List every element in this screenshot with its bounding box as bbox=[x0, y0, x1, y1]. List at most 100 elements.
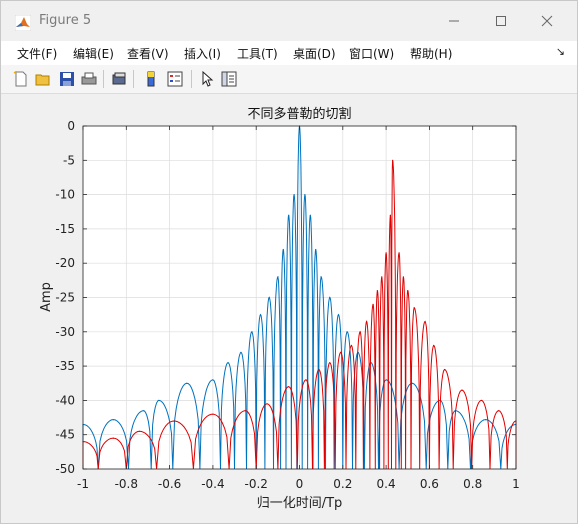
maximize-icon bbox=[496, 16, 506, 26]
print-icon bbox=[81, 72, 97, 85]
close-button[interactable] bbox=[524, 1, 570, 41]
peak-point bbox=[212, 413, 214, 415]
peak-point bbox=[340, 351, 342, 353]
peak-point bbox=[346, 331, 348, 333]
peak-point bbox=[186, 382, 188, 384]
new-figure-icon bbox=[13, 71, 27, 87]
colorbar-icon bbox=[147, 71, 155, 87]
legend-icon bbox=[167, 71, 183, 87]
pointer-icon bbox=[202, 71, 214, 87]
open-file-icon bbox=[35, 74, 50, 86]
toolbar-separator bbox=[191, 70, 192, 88]
peak-point bbox=[251, 331, 253, 333]
menu-desktop[interactable]: 桌面(D) bbox=[293, 45, 336, 62]
colorbar-button[interactable] bbox=[141, 69, 161, 89]
y-tick-label: -35 bbox=[55, 359, 75, 373]
peak-point bbox=[424, 320, 426, 323]
save-button[interactable] bbox=[57, 69, 77, 89]
legend-button[interactable] bbox=[165, 69, 185, 89]
peak-point bbox=[398, 252, 400, 254]
menu-tools[interactable]: 工具(T) bbox=[237, 45, 278, 62]
peak-point bbox=[329, 296, 331, 299]
link-plot-icon bbox=[112, 72, 126, 85]
peak-point bbox=[244, 410, 246, 412]
figure-window: Figure 5 文件(F) 编辑(E) 查看(V) 插入(I) 工具(T) 桌… bbox=[0, 0, 578, 524]
chart-svg: -1 -0.8 -0.6 -0.4 -0.2 0 0.2 0.4 0.6 0.8 1 0 -5 -10 -1… bbox=[39, 106, 520, 511]
x-tick-label: 1 bbox=[512, 477, 520, 491]
print-button[interactable] bbox=[79, 69, 99, 89]
peak-point bbox=[337, 314, 340, 316]
menu-help[interactable]: 帮助(H) bbox=[410, 45, 452, 62]
peak-point bbox=[385, 379, 387, 381]
x-tick-label: -1 bbox=[77, 477, 89, 491]
peak-point bbox=[315, 248, 317, 251]
toolbar-separator bbox=[133, 70, 134, 88]
peak-point bbox=[282, 248, 284, 251]
title-bar[interactable]: Figure 5 bbox=[1, 1, 577, 41]
peak-point bbox=[266, 403, 268, 405]
y-tick-label: -5 bbox=[63, 153, 75, 167]
peak-point bbox=[277, 276, 279, 278]
menu-view[interactable]: 查看(V) bbox=[127, 45, 169, 62]
menu-insert[interactable]: 插入(I) bbox=[184, 45, 221, 62]
peak-point bbox=[359, 331, 361, 333]
peak-point bbox=[305, 379, 307, 381]
peak-point bbox=[158, 399, 160, 401]
peak-point bbox=[392, 159, 394, 161]
peak-point bbox=[240, 351, 242, 353]
y-axis-label: Amp bbox=[39, 282, 54, 312]
open-file-button[interactable] bbox=[33, 69, 53, 89]
peak-point bbox=[381, 276, 383, 278]
pointer-button[interactable] bbox=[197, 69, 217, 89]
menu-overflow-arrow-icon[interactable]: ↘ bbox=[556, 45, 565, 58]
menu-file[interactable]: 文件(F) bbox=[17, 45, 57, 62]
y-tick-label: -30 bbox=[55, 325, 75, 339]
property-inspector-icon bbox=[221, 71, 237, 87]
peak-point bbox=[318, 368, 320, 371]
peak-point bbox=[293, 194, 295, 196]
peak-point bbox=[143, 410, 145, 412]
property-inspector-button[interactable] bbox=[219, 69, 239, 89]
new-figure-button[interactable] bbox=[11, 69, 31, 89]
peak-point bbox=[173, 420, 175, 422]
menu-bar: 文件(F) 编辑(E) 查看(V) 插入(I) 工具(T) 桌面(D) 窗口(W… bbox=[1, 41, 577, 65]
x-tick-label: 0.6 bbox=[420, 477, 439, 491]
peak-point bbox=[498, 410, 500, 412]
x-tick-label: -0.2 bbox=[244, 477, 267, 491]
figure-canvas[interactable]: -1 -0.8 -0.6 -0.4 -0.2 0 0.2 0.4 0.6 0.8 1 0 -5 -10 -1… bbox=[10, 94, 568, 516]
peak-point bbox=[227, 362, 229, 364]
peak-point bbox=[138, 430, 140, 432]
y-tick-label: -20 bbox=[55, 256, 75, 270]
close-icon bbox=[541, 15, 553, 27]
minimize-button[interactable] bbox=[431, 1, 477, 41]
peak-point bbox=[288, 214, 290, 216]
peak-point bbox=[433, 344, 435, 347]
peak-point bbox=[385, 252, 387, 254]
link-plot-button[interactable] bbox=[109, 69, 129, 89]
peak-point bbox=[407, 290, 409, 292]
peak-point bbox=[304, 194, 306, 196]
peak-point bbox=[402, 276, 404, 278]
menu-edit[interactable]: 编辑(E) bbox=[73, 45, 114, 62]
peak-point bbox=[485, 419, 487, 421]
toolbar-separator bbox=[103, 70, 104, 88]
peak-point bbox=[444, 368, 446, 371]
peak-point bbox=[480, 399, 482, 401]
y-tick-label: -15 bbox=[55, 222, 75, 236]
peak-point bbox=[372, 303, 374, 305]
save-icon bbox=[60, 72, 74, 86]
peak-point bbox=[329, 362, 331, 364]
x-tick-label: 0.2 bbox=[333, 477, 352, 491]
peak-point bbox=[309, 214, 311, 216]
peak-point bbox=[389, 214, 391, 216]
y-tick-label: -40 bbox=[55, 393, 75, 407]
menu-window[interactable]: 窗口(W) bbox=[349, 45, 394, 62]
peak-point bbox=[288, 386, 290, 388]
x-tick-label: -0.8 bbox=[115, 477, 138, 491]
y-tick-label: 0 bbox=[67, 119, 75, 133]
maximize-button[interactable] bbox=[478, 1, 524, 41]
peak-point bbox=[376, 290, 378, 292]
x-tick-label: -0.4 bbox=[201, 477, 224, 491]
peak-point bbox=[320, 276, 322, 278]
peak-point bbox=[461, 389, 463, 391]
